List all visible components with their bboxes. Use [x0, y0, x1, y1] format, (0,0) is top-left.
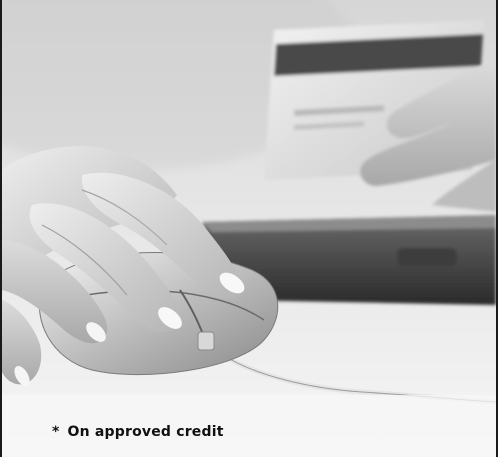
- footnote-text: On approved credit: [67, 424, 224, 440]
- footnote-asterisk: *: [52, 424, 60, 440]
- footnote-caption: * On approved credit: [52, 424, 224, 440]
- hand-on-mouse-with-credit-card-photo: [2, 0, 496, 457]
- advertisement-panel: * On approved credit: [0, 0, 498, 457]
